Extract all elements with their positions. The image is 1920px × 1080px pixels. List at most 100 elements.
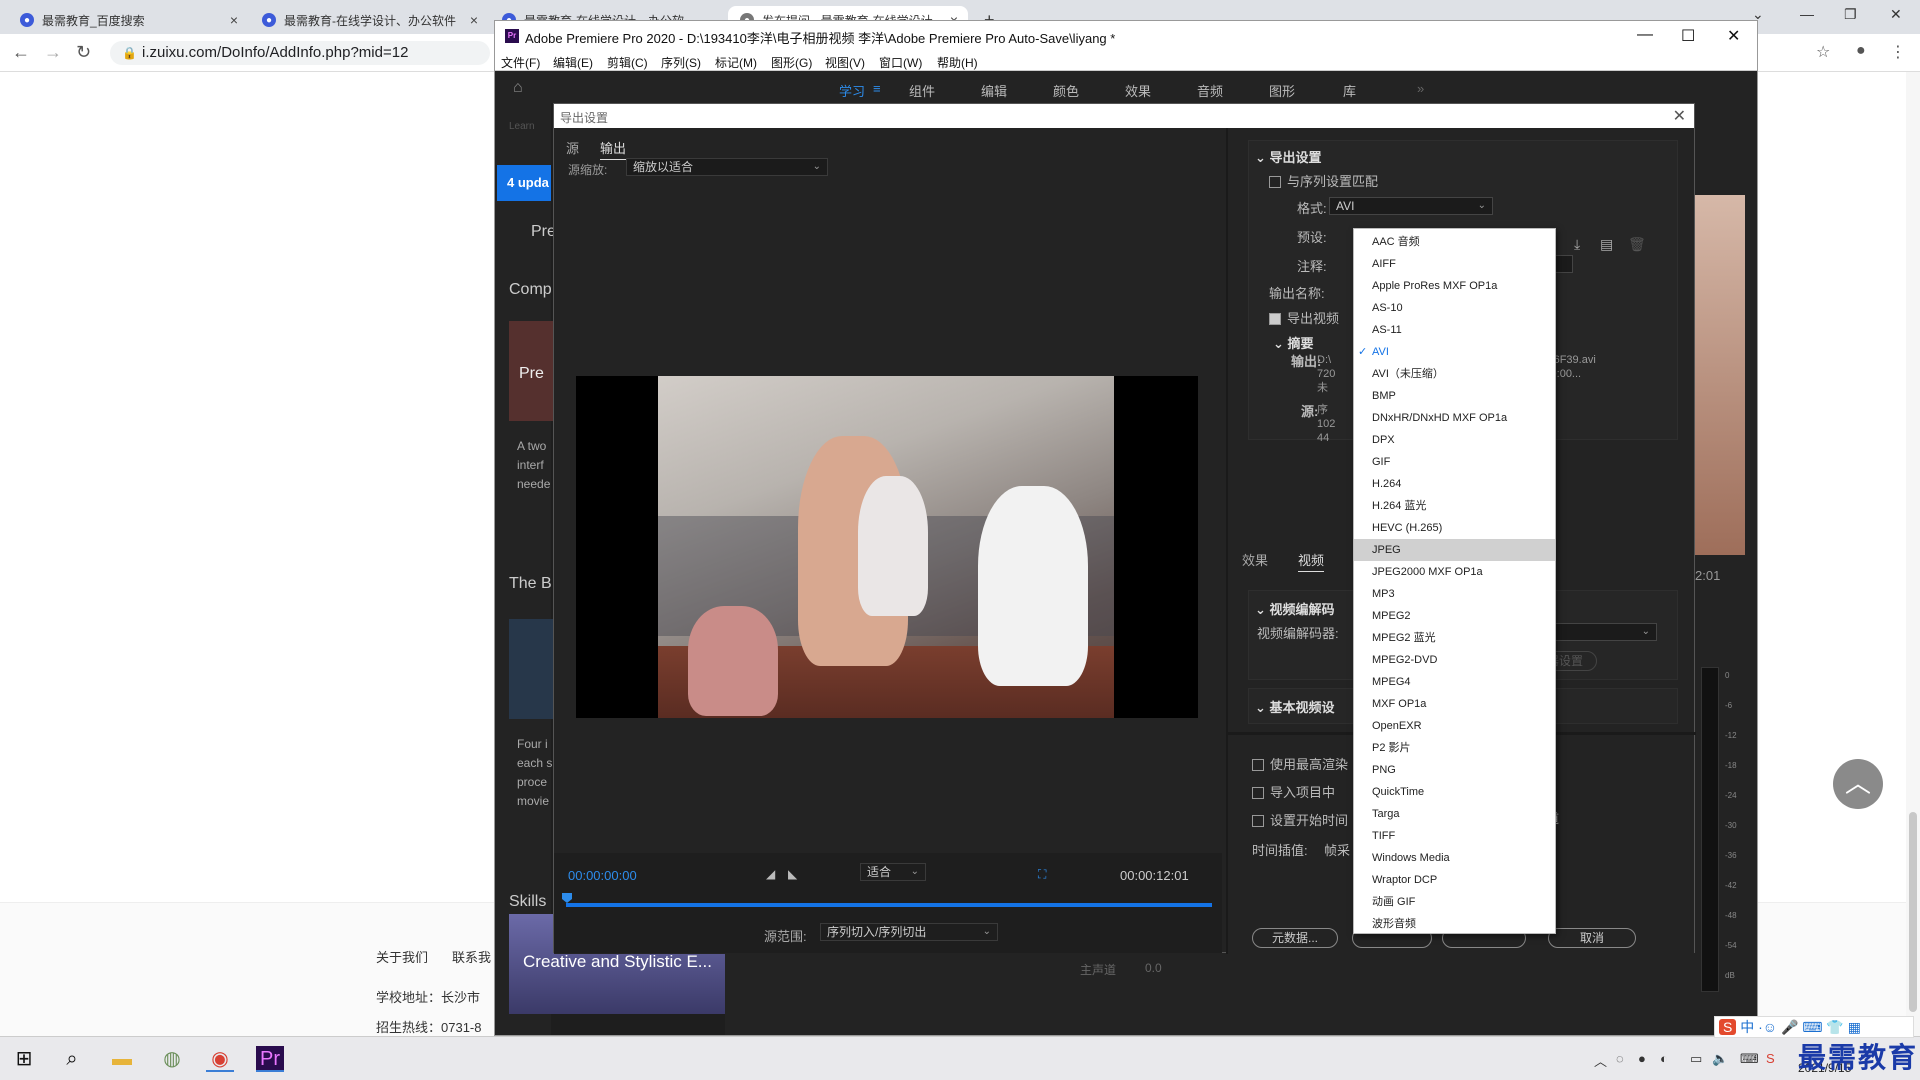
- workspace-menu-icon[interactable]: ≡: [873, 81, 881, 96]
- format-option[interactable]: MPEG2: [1354, 605, 1555, 627]
- time-interp-value[interactable]: 帧采: [1324, 840, 1350, 859]
- browser-tab-2[interactable]: ● 最需教育-在线学设计、办公软件 ×: [250, 6, 488, 34]
- back-arrow-icon[interactable]: ←: [12, 42, 30, 63]
- chrome-icon[interactable]: ◉: [206, 1046, 234, 1072]
- footer-link-about[interactable]: 关于我们: [376, 947, 428, 966]
- ime-mode[interactable]: 中: [1740, 1019, 1754, 1035]
- format-option[interactable]: AAC 音频: [1354, 231, 1555, 253]
- format-option[interactable]: 波形音频: [1354, 913, 1555, 935]
- save-preset-icon[interactable]: ⤓: [1574, 236, 1580, 253]
- aspect-icon[interactable]: ⛶: [1038, 867, 1046, 882]
- windows-start-icon[interactable]: ⊞: [10, 1046, 38, 1072]
- scrollbar-thumb[interactable]: [1909, 812, 1917, 1012]
- format-option[interactable]: MXF OP1a: [1354, 693, 1555, 715]
- format-dropdown-list[interactable]: AAC 音频 AIFF Apple ProRes MXF OP1a AS-10 AS-1…: [1353, 228, 1556, 934]
- tab-learning[interactable]: 学习: [839, 81, 865, 100]
- tab-effects[interactable]: 效果: [1125, 81, 1151, 100]
- format-option[interactable]: HEVC (H.265): [1354, 517, 1555, 539]
- close-icon[interactable]: ✕: [1727, 26, 1740, 46]
- format-option[interactable]: BMP: [1354, 385, 1555, 407]
- reload-icon[interactable]: ↻: [76, 42, 91, 63]
- format-option[interactable]: AS-10: [1354, 297, 1555, 319]
- format-option[interactable]: AIFF: [1354, 253, 1555, 275]
- minimize-icon[interactable]: —: [1800, 6, 1814, 22]
- tab-assembly[interactable]: 组件: [909, 81, 935, 100]
- format-option[interactable]: MP3: [1354, 583, 1555, 605]
- overflow-icon[interactable]: »: [1417, 81, 1424, 96]
- menu-graphics[interactable]: 图形(G): [771, 54, 812, 71]
- format-option[interactable]: MPEG2-DVD: [1354, 649, 1555, 671]
- mark-in-icon[interactable]: ◢: [766, 867, 775, 881]
- menu-help[interactable]: 帮助(H): [937, 54, 978, 71]
- format-option[interactable]: ✓ AVI: [1354, 341, 1555, 363]
- format-option[interactable]: PNG: [1354, 759, 1555, 781]
- format-option[interactable]: TIFF: [1354, 825, 1555, 847]
- tab-audio[interactable]: 音频: [1197, 81, 1223, 100]
- volume-icon[interactable]: 🔈: [1712, 1051, 1728, 1067]
- tab-video[interactable]: 视频: [1298, 550, 1325, 572]
- format-option[interactable]: MPEG4: [1354, 671, 1555, 693]
- address-bar[interactable]: 🔒 i.zuixu.com/DoInfo/AddInfo.php?mid=12: [110, 41, 490, 65]
- format-option[interactable]: Apple ProRes MXF OP1a: [1354, 275, 1555, 297]
- import-preset-icon[interactable]: ▤: [1600, 236, 1613, 253]
- mark-out-icon[interactable]: ◣: [788, 867, 797, 881]
- tutorial-thumbnail[interactable]: [509, 619, 553, 719]
- time-ruler[interactable]: [566, 903, 1212, 907]
- tab-effects[interactable]: 效果: [1242, 550, 1268, 569]
- format-option[interactable]: JPEG2000 MXF OP1a: [1354, 561, 1555, 583]
- network-icon[interactable]: ▭: [1690, 1051, 1702, 1067]
- app-icon[interactable]: ◍: [158, 1046, 186, 1072]
- tray-chevron-icon[interactable]: ︿: [1594, 1051, 1607, 1070]
- match-sequence-checkbox[interactable]: 与序列设置匹配: [1269, 171, 1378, 190]
- menu-file[interactable]: 文件(F): [501, 54, 540, 71]
- tab-libraries[interactable]: 库: [1343, 81, 1356, 100]
- metadata-button[interactable]: 元数据...: [1252, 928, 1338, 948]
- format-option[interactable]: H.264 蓝光: [1354, 495, 1555, 517]
- format-option[interactable]: AS-11: [1354, 319, 1555, 341]
- format-option[interactable]: Wraptor DCP: [1354, 869, 1555, 891]
- minimize-icon[interactable]: —: [1637, 26, 1653, 44]
- browser-tab-1[interactable]: ● 最需教育_百度搜索 ×: [8, 6, 248, 34]
- format-option[interactable]: 动画 GIF: [1354, 891, 1555, 913]
- source-range-select[interactable]: 序列切入/序列切出 ⌄: [820, 923, 998, 941]
- menu-clip[interactable]: 剪辑(C): [607, 54, 648, 71]
- scroll-to-top-button[interactable]: ︿: [1833, 759, 1883, 809]
- star-icon[interactable]: ☆: [1816, 42, 1830, 62]
- tray-app-icon[interactable]: ◐: [1660, 1051, 1668, 1066]
- format-select[interactable]: AVI ⌄: [1329, 197, 1493, 215]
- current-timecode[interactable]: 00:00:00:00: [568, 868, 637, 883]
- tab-color[interactable]: 颜色: [1053, 81, 1079, 100]
- format-option[interactable]: GIF: [1354, 451, 1555, 473]
- format-option[interactable]: OpenEXR: [1354, 715, 1555, 737]
- close-icon[interactable]: ✕: [1673, 106, 1686, 126]
- home-icon[interactable]: ⌂: [513, 79, 523, 97]
- playhead-handle[interactable]: [562, 893, 572, 903]
- kebab-menu-icon[interactable]: ⋮: [1890, 42, 1906, 62]
- format-option[interactable]: DNxHR/DNxHD MXF OP1a: [1354, 407, 1555, 429]
- source-scaling-select[interactable]: 缩放以适合 ⌄: [626, 158, 828, 176]
- ime-tray-icon[interactable]: ⌨: [1740, 1051, 1759, 1067]
- tab-source[interactable]: 源: [566, 138, 579, 157]
- format-option[interactable]: Targa: [1354, 803, 1555, 825]
- close-icon[interactable]: ×: [230, 12, 238, 28]
- fit-select[interactable]: 适合 ⌄: [860, 863, 926, 881]
- page-scrollbar[interactable]: [1906, 72, 1920, 1036]
- format-option[interactable]: DPX: [1354, 429, 1555, 451]
- avatar-icon[interactable]: ●: [1856, 42, 1866, 60]
- updates-badge[interactable]: 4 upda: [497, 165, 551, 201]
- forward-arrow-icon[interactable]: →: [44, 42, 62, 63]
- ime-toolbar[interactable]: S 中 ·☺ 🎤 ⌨ 👕 ▦: [1714, 1016, 1914, 1038]
- menu-edit[interactable]: 编辑(E): [553, 54, 593, 71]
- menu-window[interactable]: 窗口(W): [879, 54, 922, 71]
- restore-icon[interactable]: ❐: [1844, 6, 1857, 23]
- tab-editing[interactable]: 编辑: [981, 81, 1007, 100]
- export-video-checkbox[interactable]: 导出视频: [1269, 308, 1339, 327]
- format-option[interactable]: JPEG: [1354, 539, 1555, 561]
- menu-view[interactable]: 视图(V): [825, 54, 865, 71]
- set-start-time-checkbox[interactable]: 设置开始时间: [1252, 810, 1348, 829]
- maximize-icon[interactable]: ☐: [1681, 26, 1695, 46]
- trash-icon[interactable]: 🗑: [1628, 236, 1646, 253]
- close-icon[interactable]: ×: [470, 12, 478, 28]
- format-option[interactable]: H.264: [1354, 473, 1555, 495]
- format-option[interactable]: AVI（未压缩）: [1354, 363, 1555, 385]
